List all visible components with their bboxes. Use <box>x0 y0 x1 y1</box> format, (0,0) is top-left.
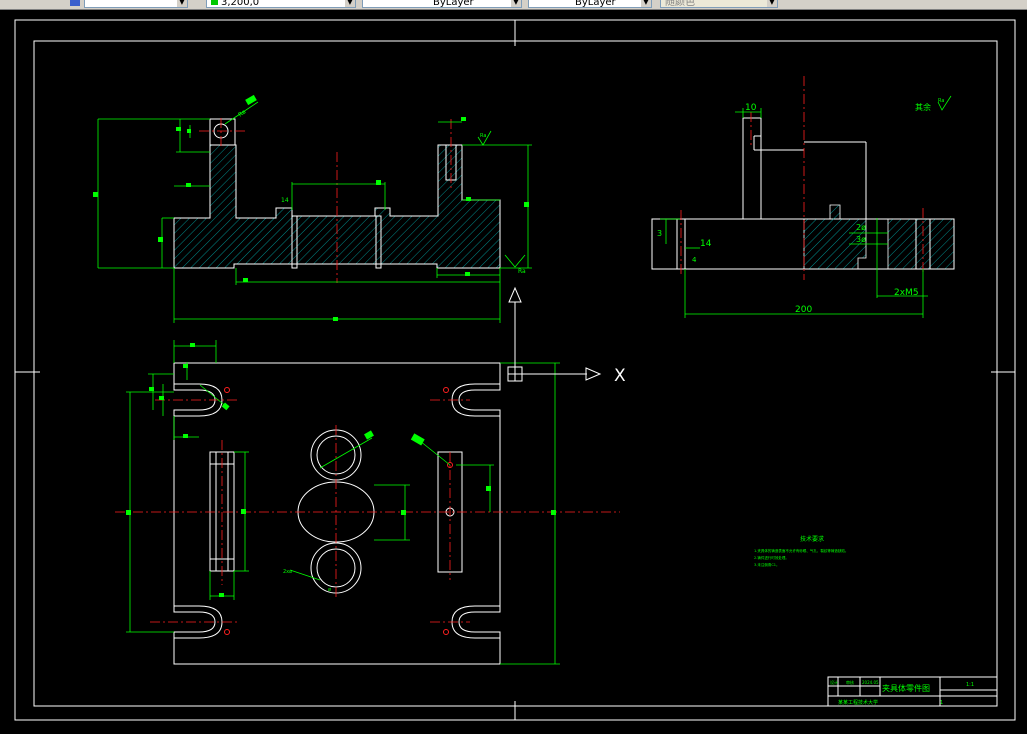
plotstyle-select[interactable]: 随颜色 ▼ <box>660 0 778 8</box>
tech-line-1: 1.夹具体的铸造表面不允许有砂眼、气孔、裂纹等铸造缺陷。 <box>754 548 848 553</box>
dim-14: 14 <box>700 239 712 249</box>
svg-text:Ra: Ra <box>480 133 486 139</box>
dim-2x-m5: 2xM5 <box>894 288 919 298</box>
school-name: 某某工程技术大学 <box>838 699 878 706</box>
svg-text:14: 14 <box>281 197 289 204</box>
dim-3phi: 3ø <box>856 235 866 244</box>
svg-text:ø: ø <box>328 587 331 593</box>
linetype-value: ByLayer <box>433 0 474 8</box>
tech-line-3: 3.未注倒角C1。 <box>754 562 780 567</box>
color-swatch-icon <box>211 0 218 5</box>
chevron-down-icon[interactable]: ▼ <box>511 0 521 7</box>
svg-text:2xø: 2xø <box>283 569 292 575</box>
side-view: 10 3 14 4 200 2xM5 2ø 3ø 其余 Ra <box>651 76 955 318</box>
ucs-icon: X <box>507 286 626 386</box>
tech-line-2: 2.铸件进行时效处理。 <box>754 555 789 560</box>
axis-x-label: X <box>614 366 626 386</box>
chevron-down-icon[interactable]: ▼ <box>345 0 355 7</box>
color-value: 3,200,0 <box>221 0 260 8</box>
dim-top-width: 10 <box>745 103 757 113</box>
chevron-down-icon[interactable]: ▼ <box>641 0 651 7</box>
color-select[interactable]: 3,200,0 ▼ <box>206 0 356 8</box>
top-view: 2xø ø <box>115 340 620 665</box>
scale: 1:1 <box>966 682 974 688</box>
surface-note: 其余 <box>915 102 931 112</box>
sheet-number: 1 <box>940 700 943 706</box>
svg-text:审核: 审核 <box>846 679 854 685</box>
lineweight-value: ByLayer <box>575 0 616 8</box>
dim-3: 3 <box>657 229 662 238</box>
surface-symbol: Ra <box>938 98 944 104</box>
tech-title: 技术要求 <box>800 535 824 543</box>
svg-text:2024.05: 2024.05 <box>862 680 879 685</box>
linetype-select[interactable]: ByLayer ▼ <box>362 0 522 8</box>
dim-200: 200 <box>795 305 812 315</box>
dim-2phi: 2ø <box>856 223 866 232</box>
front-view: Ra Ra Ra 14 <box>93 94 532 323</box>
plotstyle-value: 随颜色 <box>665 0 695 8</box>
chevron-down-icon[interactable]: ▼ <box>767 0 777 7</box>
layer-icon <box>70 0 80 6</box>
cad-drawing-canvas[interactable]: Ra Ra Ra 14 10 3 14 4 200 2xM5 2ø 3ø 其余 … <box>0 9 1027 734</box>
layer-field[interactable]: ▼ <box>84 0 188 8</box>
svg-text:设计: 设计 <box>830 679 838 685</box>
chevron-down-icon[interactable]: ▼ <box>177 0 187 7</box>
lineweight-select[interactable]: ByLayer ▼ <box>528 0 652 8</box>
tech-requirements: 技术要求 1.夹具体的铸造表面不允许有砂眼、气孔、裂纹等铸造缺陷。 2.铸件进行… <box>754 535 848 567</box>
svg-text:Ra: Ra <box>518 268 526 275</box>
dim-4: 4 <box>692 256 697 264</box>
part-name: 夹具体零件图 <box>882 683 930 693</box>
title-block: 设计 审核 2024.05 夹具体零件图 1:1 某某工程技术大学 1 <box>827 676 998 707</box>
